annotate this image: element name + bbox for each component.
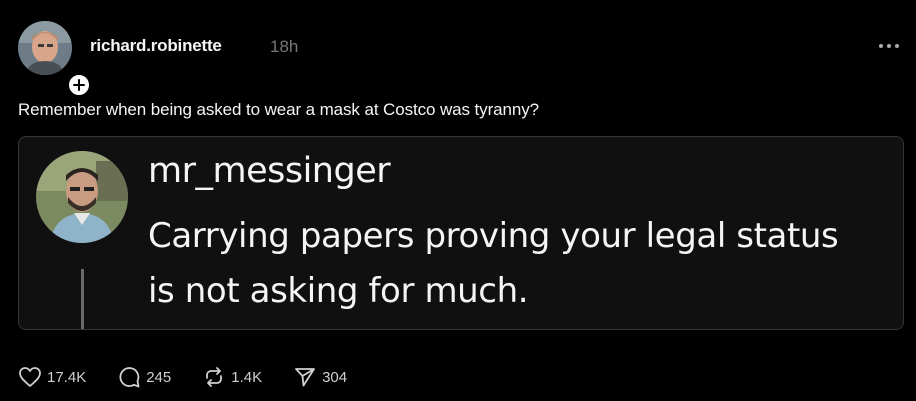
- post-timestamp[interactable]: 18h: [270, 37, 298, 57]
- more-options-button[interactable]: [872, 36, 906, 56]
- reply-count: 245: [146, 368, 172, 386]
- quoted-author-avatar-image: [36, 151, 128, 243]
- repost-icon: [206, 367, 223, 387]
- reply-button[interactable]: 245: [117, 366, 171, 388]
- repost-count: 1.4K: [231, 368, 263, 386]
- comment-icon: [119, 367, 140, 388]
- like-count: 17.4K: [47, 368, 87, 386]
- quoted-author-username[interactable]: mr_messinger: [148, 151, 391, 191]
- quoted-post-text: Carrying papers proving your legal statu…: [148, 216, 839, 311]
- quoted-author-avatar[interactable]: [36, 151, 128, 243]
- follow-button[interactable]: [66, 72, 92, 98]
- author-username[interactable]: richard.robinette: [90, 36, 222, 56]
- plus-icon: [73, 79, 85, 91]
- quoted-post-card[interactable]: mr_messinger Carrying papers proving you…: [18, 136, 904, 330]
- share-button[interactable]: 304: [293, 366, 347, 388]
- post-body-text: Remember when being asked to wear a mask…: [18, 100, 539, 119]
- author-avatar-image: [18, 21, 72, 75]
- thread-post: richard.robinette 18h Remember when bein…: [0, 0, 916, 401]
- heart-icon: [19, 367, 41, 387]
- like-button[interactable]: 17.4K: [18, 366, 86, 388]
- repost-button[interactable]: 1.4K: [202, 366, 262, 388]
- share-count: 304: [322, 368, 348, 386]
- send-icon: [295, 368, 315, 387]
- more-horizontal-icon: [879, 44, 899, 48]
- author-avatar[interactable]: [18, 21, 92, 98]
- thread-connector-line: [81, 269, 84, 329]
- post-actions-bar: 17.4K 245 1.4K 304: [18, 364, 378, 390]
